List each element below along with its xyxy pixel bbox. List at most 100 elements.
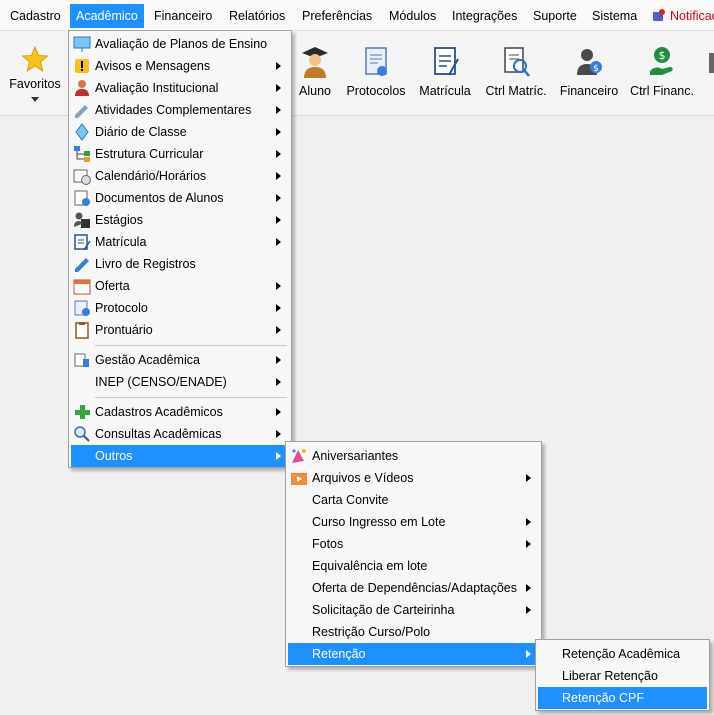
- menu-item-carta-convite[interactable]: Carta Convite: [288, 489, 539, 511]
- menu-item-liberar-retencao[interactable]: Liberar Retenção: [538, 665, 707, 687]
- menu-item-outros[interactable]: Outros: [71, 445, 289, 467]
- menu-integracoes[interactable]: Integrações: [446, 4, 523, 28]
- menu-label: Retenção: [312, 647, 366, 661]
- menu-item-aniversariantes[interactable]: Aniversariantes: [288, 445, 539, 467]
- menu-label: Retenção Acadêmica: [562, 647, 681, 661]
- hierarchy-icon: [74, 146, 90, 162]
- party-icon: [292, 449, 306, 463]
- protocolos-button[interactable]: Protocolos: [344, 31, 408, 116]
- submenu-arrow-icon: [276, 84, 281, 92]
- menu-item-inep[interactable]: INEP (CENSO/ENADE): [71, 371, 289, 393]
- submenu-arrow-icon: [276, 150, 281, 158]
- menu-item-livro-registros[interactable]: Livro de Registros: [71, 253, 289, 275]
- menu-item-avaliacao-planos[interactable]: Avaliação de Planos de Ensino: [71, 33, 289, 55]
- more-toolbar-button[interactable]: [704, 31, 714, 116]
- ctrl-financ-button[interactable]: $ Ctrl Financ.: [628, 31, 696, 116]
- submenu-arrow-icon: [526, 540, 531, 548]
- student-icon: [302, 47, 328, 78]
- menu-suporte[interactable]: Suporte: [527, 4, 583, 28]
- favoritos-button[interactable]: Favoritos: [0, 31, 70, 116]
- menu-item-gestao-academica[interactable]: Gestão Acadêmica: [71, 349, 289, 371]
- menu-label: Outros: [95, 449, 133, 463]
- menu-item-avaliacao-institucional[interactable]: Avaliação Institucional: [71, 77, 289, 99]
- submenu-arrow-icon: [276, 408, 281, 416]
- menu-label: Curso Ingresso em Lote: [312, 515, 446, 529]
- menu-item-matricula[interactable]: Matrícula: [71, 231, 289, 253]
- magnifier-icon: [74, 426, 90, 442]
- menu-label: Consultas Acadêmicas: [95, 427, 222, 441]
- submenu-arrow-icon: [526, 518, 531, 526]
- menu-label: Avaliação de Planos de Ensino: [95, 37, 268, 51]
- submenu-arrow-icon: [526, 650, 531, 658]
- calendar-clock-icon: [73, 169, 91, 185]
- menu-label: Liberar Retenção: [562, 669, 658, 683]
- menu-item-cadastros-academicos[interactable]: Cadastros Acadêmicos: [71, 401, 289, 423]
- menu-item-diario-classe[interactable]: Diário de Classe: [71, 121, 289, 143]
- menu-label: Solicitação de Carteirinha: [312, 603, 455, 617]
- submenu-arrow-icon: [276, 452, 281, 460]
- finance-user-icon: $: [577, 49, 602, 75]
- menu-item-documentos-alunos[interactable]: Documentos de Alunos: [71, 187, 289, 209]
- crystal-icon: [75, 123, 89, 141]
- matricula-button[interactable]: Matrícula: [416, 31, 474, 116]
- menu-label: INEP (CENSO/ENADE): [95, 375, 227, 389]
- menu-item-consultas-academicas[interactable]: Consultas Acadêmicas: [71, 423, 289, 445]
- menu-item-retencao-cpf[interactable]: Retenção CPF: [538, 687, 707, 709]
- menu-label: Estrutura Curricular: [95, 147, 204, 161]
- partial-icon: [709, 53, 714, 73]
- menu-academico[interactable]: Acadêmico: [70, 4, 144, 28]
- menu-item-prontuario[interactable]: Prontuário: [71, 319, 289, 341]
- menu-item-arquivos-videos[interactable]: Arquivos e Vídeos: [288, 467, 539, 489]
- menu-item-retencao-academica[interactable]: Retenção Acadêmica: [538, 643, 707, 665]
- menu-item-oferta-dependencias[interactable]: Oferta de Dependências/Adaptações: [288, 577, 539, 599]
- menu-financeiro[interactable]: Financeiro: [148, 4, 218, 28]
- menu-sistema[interactable]: Sistema: [586, 4, 643, 28]
- intern-icon: [74, 212, 90, 228]
- calendar-icon: [73, 279, 91, 295]
- menu-label: Protocolo: [95, 301, 148, 315]
- document-user-icon: [74, 190, 90, 206]
- retencao-submenu: Retenção Acadêmica Liberar Retenção Rete…: [535, 639, 710, 711]
- menu-item-estagios[interactable]: Estágios: [71, 209, 289, 231]
- financeiro-button[interactable]: $ Financeiro: [558, 31, 620, 116]
- ctrl-matric-button[interactable]: Ctrl Matríc.: [482, 31, 550, 116]
- menu-label: Avaliação Institucional: [95, 81, 219, 95]
- menu-label: Carta Convite: [312, 493, 389, 507]
- menu-item-restricao-curso-polo[interactable]: Restrição Curso/Polo: [288, 621, 539, 643]
- submenu-arrow-icon: [276, 194, 281, 202]
- menu-item-fotos[interactable]: Fotos: [288, 533, 539, 555]
- notifications-link[interactable]: Notificações: [670, 4, 714, 28]
- menu-label: Restrição Curso/Polo: [312, 625, 431, 639]
- notification-icon[interactable]: [652, 9, 665, 22]
- menu-preferencias[interactable]: Preferências: [296, 4, 378, 28]
- menu-item-avisos[interactable]: Avisos e Mensagens: [71, 55, 289, 77]
- menu-cadastro[interactable]: Cadastro: [4, 4, 67, 28]
- menu-label: Diário de Classe: [95, 125, 187, 139]
- plus-icon: [75, 405, 90, 419]
- menu-item-equivalencia-lote[interactable]: Equivalência em lote: [288, 555, 539, 577]
- menu-item-calendario[interactable]: Calendário/Horários: [71, 165, 289, 187]
- menu-relatorios[interactable]: Relatórios: [223, 4, 291, 28]
- menu-item-retencao[interactable]: Retenção: [288, 643, 539, 665]
- submenu-arrow-icon: [276, 326, 281, 334]
- menu-modulos[interactable]: Módulos: [383, 4, 442, 28]
- star-icon: [21, 45, 49, 73]
- menu-item-solicitacao-carteirinha[interactable]: Solicitação de Carteirinha: [288, 599, 539, 621]
- svg-text:$: $: [593, 64, 599, 74]
- financeiro-label: Financeiro: [559, 84, 619, 98]
- submenu-arrow-icon: [526, 584, 531, 592]
- money-hand-icon: $: [650, 47, 673, 75]
- menu-item-curso-ingresso-lote[interactable]: Curso Ingresso em Lote: [288, 511, 539, 533]
- ctrl-financ-label: Ctrl Financ.: [630, 84, 694, 98]
- menu-item-estrutura-curricular[interactable]: Estrutura Curricular: [71, 143, 289, 165]
- menu-label: Retenção CPF: [562, 691, 644, 705]
- aluno-button[interactable]: Aluno: [294, 31, 336, 116]
- menu-item-atividades-complementares[interactable]: Atividades Complementares: [71, 99, 289, 121]
- menu-item-protocolo[interactable]: Protocolo: [71, 297, 289, 319]
- enrollment-icon: [74, 234, 91, 251]
- chevron-down-icon: [31, 97, 39, 102]
- menu-item-oferta[interactable]: Oferta: [71, 275, 289, 297]
- clipboard-icon: [75, 322, 89, 339]
- svg-text:$: $: [659, 49, 666, 62]
- submenu-arrow-icon: [276, 106, 281, 114]
